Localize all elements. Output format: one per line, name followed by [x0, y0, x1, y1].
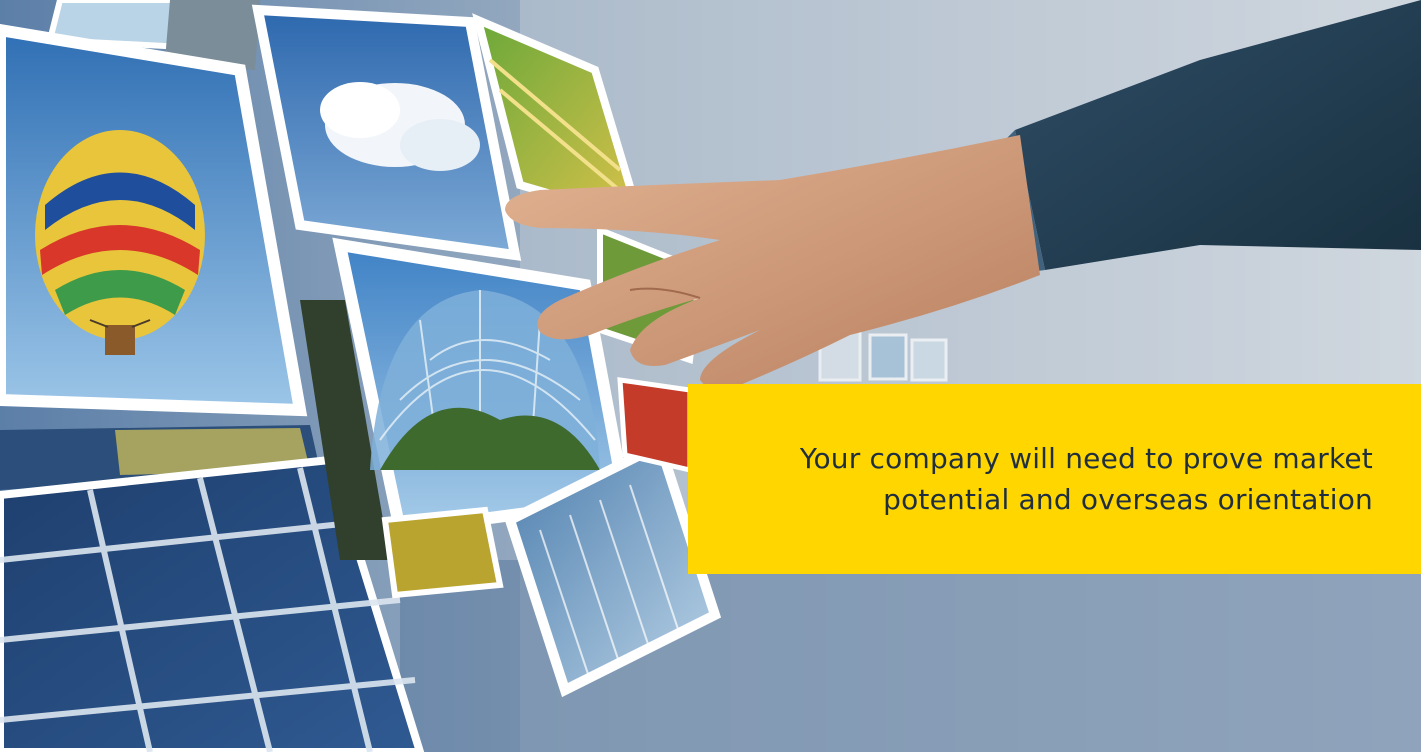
hero-image — [0, 0, 1421, 752]
caption-text: Your company will need to prove market p… — [712, 438, 1373, 520]
caption-line-2: potential and overseas orientation — [883, 483, 1373, 516]
caption-box: Your company will need to prove market p… — [688, 384, 1421, 574]
caption-line-1: Your company will need to prove market — [799, 442, 1373, 475]
hero-banner: Your company will need to prove market p… — [0, 0, 1421, 752]
